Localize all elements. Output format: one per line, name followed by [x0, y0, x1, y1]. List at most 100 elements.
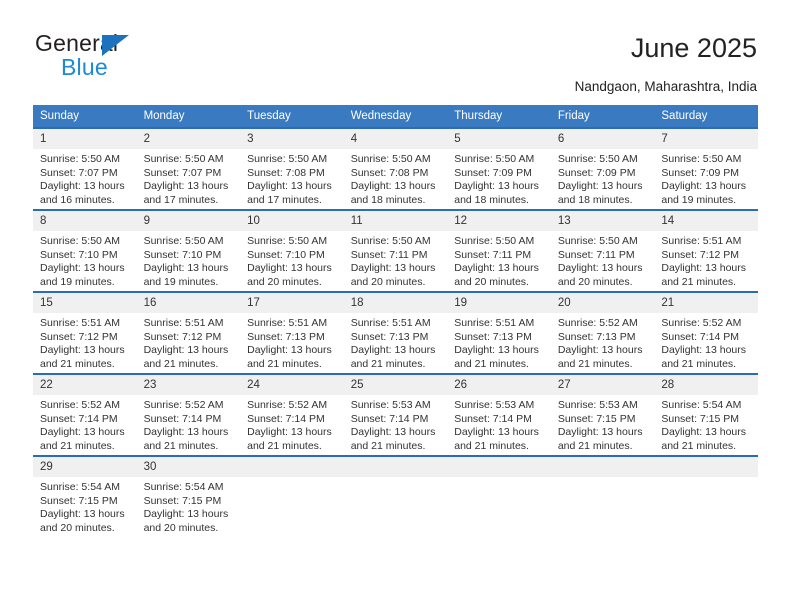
- day-cell[interactable]: 16 Sunrise: 5:51 AM Sunset: 7:12 PM Dayl…: [136, 291, 241, 374]
- daylight-text-line2: and 21 minutes.: [143, 357, 219, 370]
- page-subtitle-location: Nandgaon, Maharashtra, India: [574, 79, 757, 94]
- weekday-header-row: Sunday Monday Tuesday Wednesday Thursday…: [33, 105, 758, 128]
- sunset-text: Sunset: 7:09 PM: [454, 166, 532, 179]
- day-cell[interactable]: 23 Sunrise: 5:52 AM Sunset: 7:14 PM Dayl…: [136, 373, 241, 456]
- daylight-text-line2: and 21 minutes.: [661, 275, 737, 288]
- day-cell[interactable]: 22 Sunrise: 5:52 AM Sunset: 7:14 PM Dayl…: [33, 373, 137, 456]
- day-cell[interactable]: 29 Sunrise: 5:54 AM Sunset: 7:15 PM Dayl…: [33, 455, 137, 541]
- day-number: 15: [33, 293, 137, 313]
- sunset-text: Sunset: 7:07 PM: [143, 166, 222, 179]
- day-details: Sunrise: 5:50 AM Sunset: 7:10 PM Dayligh…: [33, 231, 137, 289]
- daylight-text-line2: and 21 minutes.: [247, 439, 322, 452]
- day-number: 10: [240, 211, 344, 231]
- day-cell[interactable]: 20 Sunrise: 5:52 AM Sunset: 7:13 PM Dayl…: [550, 291, 655, 374]
- day-cell[interactable]: 10 Sunrise: 5:50 AM Sunset: 7:10 PM Dayl…: [240, 209, 344, 292]
- day-cell[interactable]: 30 Sunrise: 5:54 AM Sunset: 7:15 PM Dayl…: [136, 455, 241, 541]
- daylight-text-line1: Daylight: 13 hours: [350, 344, 436, 356]
- sunrise-text: Sunrise: 5:54 AM: [661, 399, 742, 411]
- day-cell[interactable]: 28 Sunrise: 5:54 AM Sunset: 7:15 PM Dayl…: [654, 373, 758, 456]
- day-cell-empty: [654, 455, 758, 541]
- sunrise-text: Sunrise: 5:51 AM: [661, 235, 742, 247]
- day-cell[interactable]: 18 Sunrise: 5:51 AM Sunset: 7:13 PM Dayl…: [343, 291, 448, 374]
- day-number: [343, 457, 448, 477]
- day-cell[interactable]: 13 Sunrise: 5:50 AM Sunset: 7:11 PM Dayl…: [550, 209, 655, 292]
- day-number: 19: [447, 293, 551, 313]
- day-cell[interactable]: 7 Sunrise: 5:50 AM Sunset: 7:09 PM Dayli…: [654, 127, 758, 210]
- day-details: Sunrise: 5:53 AM Sunset: 7:14 PM Dayligh…: [344, 395, 448, 453]
- daylight-text-line1: Daylight: 13 hours: [661, 180, 747, 192]
- sunset-text: Sunset: 7:07 PM: [40, 166, 118, 179]
- daylight-text-line1: Daylight: 13 hours: [350, 426, 436, 438]
- sunrise-text: Sunrise: 5:52 AM: [247, 399, 328, 411]
- calendar-week-row: 15 Sunrise: 5:51 AM Sunset: 7:12 PM Dayl…: [33, 291, 758, 374]
- daylight-text-line2: and 21 minutes.: [143, 439, 219, 452]
- sunrise-sunset-calendar: Sunday Monday Tuesday Wednesday Thursday…: [33, 105, 758, 541]
- day-details: Sunrise: 5:52 AM Sunset: 7:14 PM Dayligh…: [137, 395, 241, 453]
- day-number: 13: [550, 211, 655, 231]
- daylight-text-line2: and 16 minutes.: [40, 193, 115, 206]
- sunrise-text: Sunrise: 5:51 AM: [247, 317, 328, 329]
- day-cell[interactable]: 9 Sunrise: 5:50 AM Sunset: 7:10 PM Dayli…: [136, 209, 241, 292]
- day-number: 23: [136, 375, 241, 395]
- generalblue-logo[interactable]: General Blue: [35, 30, 255, 80]
- day-cell[interactable]: 27 Sunrise: 5:53 AM Sunset: 7:15 PM Dayl…: [550, 373, 655, 456]
- day-cell-empty: [447, 455, 551, 541]
- day-details: Sunrise: 5:50 AM Sunset: 7:11 PM Dayligh…: [447, 231, 551, 289]
- day-cell[interactable]: 21 Sunrise: 5:52 AM Sunset: 7:14 PM Dayl…: [654, 291, 758, 374]
- day-cell[interactable]: 1 Sunrise: 5:50 AM Sunset: 7:07 PM Dayli…: [33, 127, 137, 210]
- day-cell[interactable]: 8 Sunrise: 5:50 AM Sunset: 7:10 PM Dayli…: [33, 209, 137, 292]
- day-cell[interactable]: 3 Sunrise: 5:50 AM Sunset: 7:08 PM Dayli…: [240, 127, 344, 210]
- day-cell[interactable]: 11 Sunrise: 5:50 AM Sunset: 7:11 PM Dayl…: [343, 209, 448, 292]
- day-cell[interactable]: 25 Sunrise: 5:53 AM Sunset: 7:14 PM Dayl…: [343, 373, 448, 456]
- day-cell[interactable]: 5 Sunrise: 5:50 AM Sunset: 7:09 PM Dayli…: [447, 127, 551, 210]
- calendar-week-row: 1 Sunrise: 5:50 AM Sunset: 7:07 PM Dayli…: [33, 127, 758, 210]
- daylight-text-line1: Daylight: 13 hours: [247, 426, 332, 438]
- sunset-text: Sunset: 7:13 PM: [454, 330, 532, 343]
- day-details: Sunrise: 5:50 AM Sunset: 7:07 PM Dayligh…: [33, 149, 137, 207]
- sunset-text: Sunset: 7:15 PM: [40, 494, 118, 507]
- daylight-text-line2: and 17 minutes.: [143, 193, 219, 206]
- daylight-text-line2: and 18 minutes.: [557, 193, 633, 206]
- sunrise-text: Sunrise: 5:50 AM: [454, 153, 535, 165]
- daylight-text-line2: and 21 minutes.: [350, 357, 426, 370]
- daylight-text-line1: Daylight: 13 hours: [247, 180, 332, 192]
- day-details: [551, 477, 655, 481]
- day-number: 30: [136, 457, 241, 477]
- day-cell[interactable]: 24 Sunrise: 5:52 AM Sunset: 7:14 PM Dayl…: [240, 373, 344, 456]
- day-cell[interactable]: 26 Sunrise: 5:53 AM Sunset: 7:14 PM Dayl…: [447, 373, 551, 456]
- sunrise-text: Sunrise: 5:52 AM: [143, 399, 224, 411]
- daylight-text-line2: and 21 minutes.: [454, 439, 529, 452]
- sunrise-text: Sunrise: 5:54 AM: [143, 481, 224, 493]
- sunset-text: Sunset: 7:11 PM: [557, 248, 635, 261]
- daylight-text-line1: Daylight: 13 hours: [247, 344, 332, 356]
- sunset-text: Sunset: 7:13 PM: [247, 330, 325, 343]
- daylight-text-line1: Daylight: 13 hours: [143, 262, 229, 274]
- day-details: Sunrise: 5:54 AM Sunset: 7:15 PM Dayligh…: [137, 477, 241, 535]
- daylight-text-line2: and 21 minutes.: [40, 439, 115, 452]
- calendar-body: 1 Sunrise: 5:50 AM Sunset: 7:07 PM Dayli…: [33, 127, 758, 541]
- logo-text-blue: Blue: [61, 54, 108, 80]
- sunset-text: Sunset: 7:14 PM: [40, 412, 118, 425]
- day-number: 28: [654, 375, 758, 395]
- calendar-week-row: 22 Sunrise: 5:52 AM Sunset: 7:14 PM Dayl…: [33, 373, 758, 456]
- day-cell[interactable]: 15 Sunrise: 5:51 AM Sunset: 7:12 PM Dayl…: [33, 291, 137, 374]
- daylight-text-line1: Daylight: 13 hours: [247, 262, 332, 274]
- day-cell[interactable]: 12 Sunrise: 5:50 AM Sunset: 7:11 PM Dayl…: [447, 209, 551, 292]
- page-title: June 2025: [630, 33, 757, 63]
- daylight-text-line1: Daylight: 13 hours: [143, 508, 229, 520]
- weekday-header-monday: Monday: [136, 105, 241, 128]
- daylight-text-line1: Daylight: 13 hours: [557, 344, 643, 356]
- day-details: Sunrise: 5:54 AM Sunset: 7:15 PM Dayligh…: [33, 477, 137, 535]
- day-cell[interactable]: 4 Sunrise: 5:50 AM Sunset: 7:08 PM Dayli…: [343, 127, 448, 210]
- day-cell[interactable]: 17 Sunrise: 5:51 AM Sunset: 7:13 PM Dayl…: [240, 291, 344, 374]
- day-cell[interactable]: 2 Sunrise: 5:50 AM Sunset: 7:07 PM Dayli…: [136, 127, 241, 210]
- day-number: 2: [136, 129, 241, 149]
- day-cell[interactable]: 19 Sunrise: 5:51 AM Sunset: 7:13 PM Dayl…: [447, 291, 551, 374]
- day-details: Sunrise: 5:50 AM Sunset: 7:09 PM Dayligh…: [551, 149, 655, 207]
- day-cell[interactable]: 14 Sunrise: 5:51 AM Sunset: 7:12 PM Dayl…: [654, 209, 758, 292]
- daylight-text-line1: Daylight: 13 hours: [350, 262, 436, 274]
- day-cell-empty: [550, 455, 655, 541]
- daylight-text-line2: and 20 minutes.: [350, 275, 426, 288]
- day-number: 17: [240, 293, 344, 313]
- day-cell[interactable]: 6 Sunrise: 5:50 AM Sunset: 7:09 PM Dayli…: [550, 127, 655, 210]
